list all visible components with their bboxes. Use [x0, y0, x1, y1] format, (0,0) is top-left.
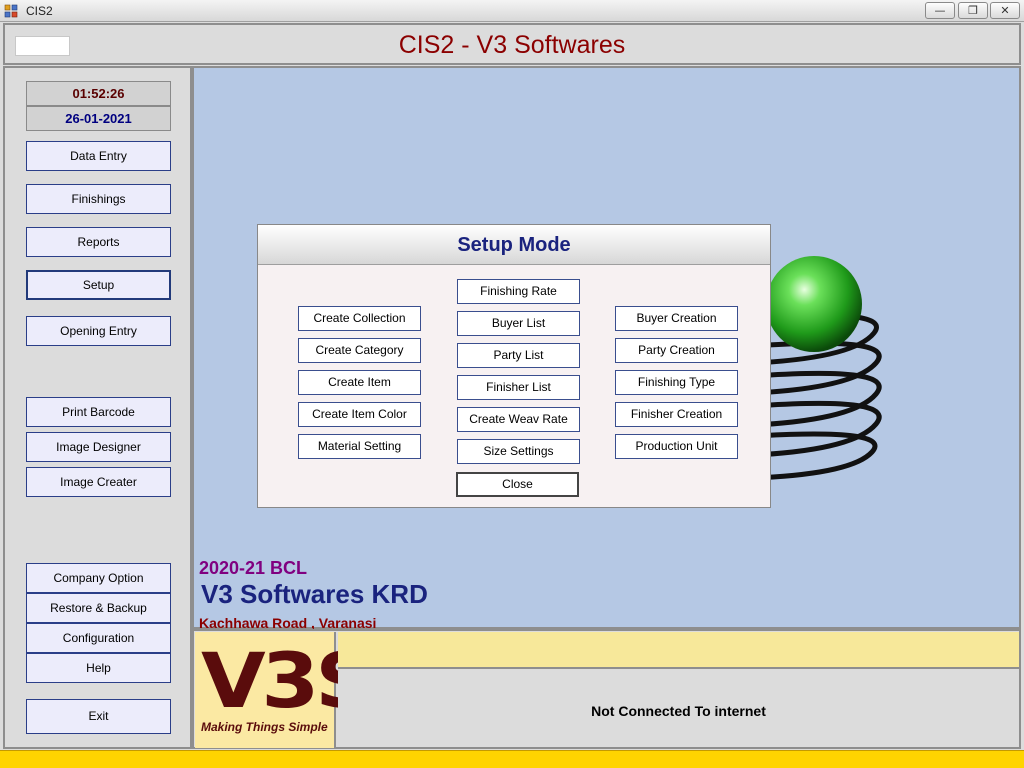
sidebar-item-image-designer[interactable]: Image Designer — [26, 432, 171, 462]
party-list-button[interactable]: Party List — [457, 343, 580, 368]
restore-button[interactable]: ❐ — [958, 2, 988, 19]
create-weav-rate-button[interactable]: Create Weav Rate — [457, 407, 580, 432]
sidebar-item-data-entry[interactable]: Data Entry — [26, 141, 171, 171]
dialog-title: Setup Mode — [258, 225, 770, 265]
sidebar-item-help[interactable]: Help — [26, 653, 171, 683]
sidebar-item-company-option[interactable]: Company Option — [26, 563, 171, 593]
create-category-button[interactable]: Create Category — [298, 338, 421, 363]
size-settings-button[interactable]: Size Settings — [457, 439, 580, 464]
buyer-list-button[interactable]: Buyer List — [457, 311, 580, 336]
sidebar-item-restore-backup[interactable]: Restore & Backup — [26, 593, 171, 623]
clock-display: 01:52:26 — [26, 81, 171, 106]
window-title: CIS2 — [26, 4, 53, 18]
status-strip — [0, 750, 1024, 768]
date-display: 26-01-2021 — [26, 106, 171, 131]
dialog-close-button[interactable]: Close — [456, 472, 579, 497]
create-item-color-button[interactable]: Create Item Color — [298, 402, 421, 427]
minimize-button[interactable]: — — [925, 2, 955, 19]
financial-year-label: 2020-21 BCL — [199, 558, 308, 578]
finishing-type-button[interactable]: Finishing Type — [615, 370, 738, 395]
app-header: CIS2 - V3 Softwares — [3, 23, 1021, 65]
finisher-list-button[interactable]: Finisher List — [457, 375, 580, 400]
app-window-icon — [4, 4, 18, 18]
sidebar-item-print-barcode[interactable]: Print Barcode — [26, 397, 171, 427]
party-creation-button[interactable]: Party Creation — [615, 338, 738, 363]
bottom-panel: V3S Making Things Simple Not Connected T… — [192, 629, 1021, 749]
page-title: CIS2 - V3 Softwares — [398, 31, 626, 59]
create-item-button[interactable]: Create Item — [298, 370, 421, 395]
setup-mode-dialog: Setup Mode Create Collection Create Cate… — [257, 224, 771, 508]
company-name: V3 Softwares KRD — [201, 579, 428, 609]
logo-tagline: Making Things Simple — [201, 720, 328, 734]
finishing-rate-button[interactable]: Finishing Rate — [457, 279, 580, 304]
sidebar-item-opening-entry[interactable]: Opening Entry — [26, 316, 171, 346]
app-window: CIS2 — ❐ ✕ CIS2 - V3 Softwares 01:52:26 … — [0, 0, 1024, 768]
sidebar-item-image-creater[interactable]: Image Creater — [26, 467, 171, 497]
material-setting-button[interactable]: Material Setting — [298, 434, 421, 459]
finisher-creation-button[interactable]: Finisher Creation — [615, 402, 738, 427]
exit-button[interactable]: Exit — [26, 699, 171, 734]
buyer-creation-button[interactable]: Buyer Creation — [615, 306, 738, 331]
main-panel: Setup Mode Create Collection Create Cate… — [192, 66, 1021, 631]
close-window-button[interactable]: ✕ — [990, 2, 1020, 19]
sidebar-item-reports[interactable]: Reports — [26, 227, 171, 257]
v3s-logo: V3S Making Things Simple — [195, 632, 375, 748]
sidebar: 01:52:26 26-01-2021 Data Entry Finishing… — [3, 66, 192, 749]
connection-status: Not Connected To internet — [338, 671, 1019, 747]
sidebar-item-configuration[interactable]: Configuration — [26, 623, 171, 653]
info-bar — [338, 632, 1019, 669]
sidebar-item-setup[interactable]: Setup — [26, 270, 171, 300]
sidebar-item-finishings[interactable]: Finishings — [26, 184, 171, 214]
window-titlebar[interactable]: CIS2 — ❐ ✕ — [0, 0, 1024, 22]
create-collection-button[interactable]: Create Collection — [298, 306, 421, 331]
production-unit-button[interactable]: Production Unit — [615, 434, 738, 459]
